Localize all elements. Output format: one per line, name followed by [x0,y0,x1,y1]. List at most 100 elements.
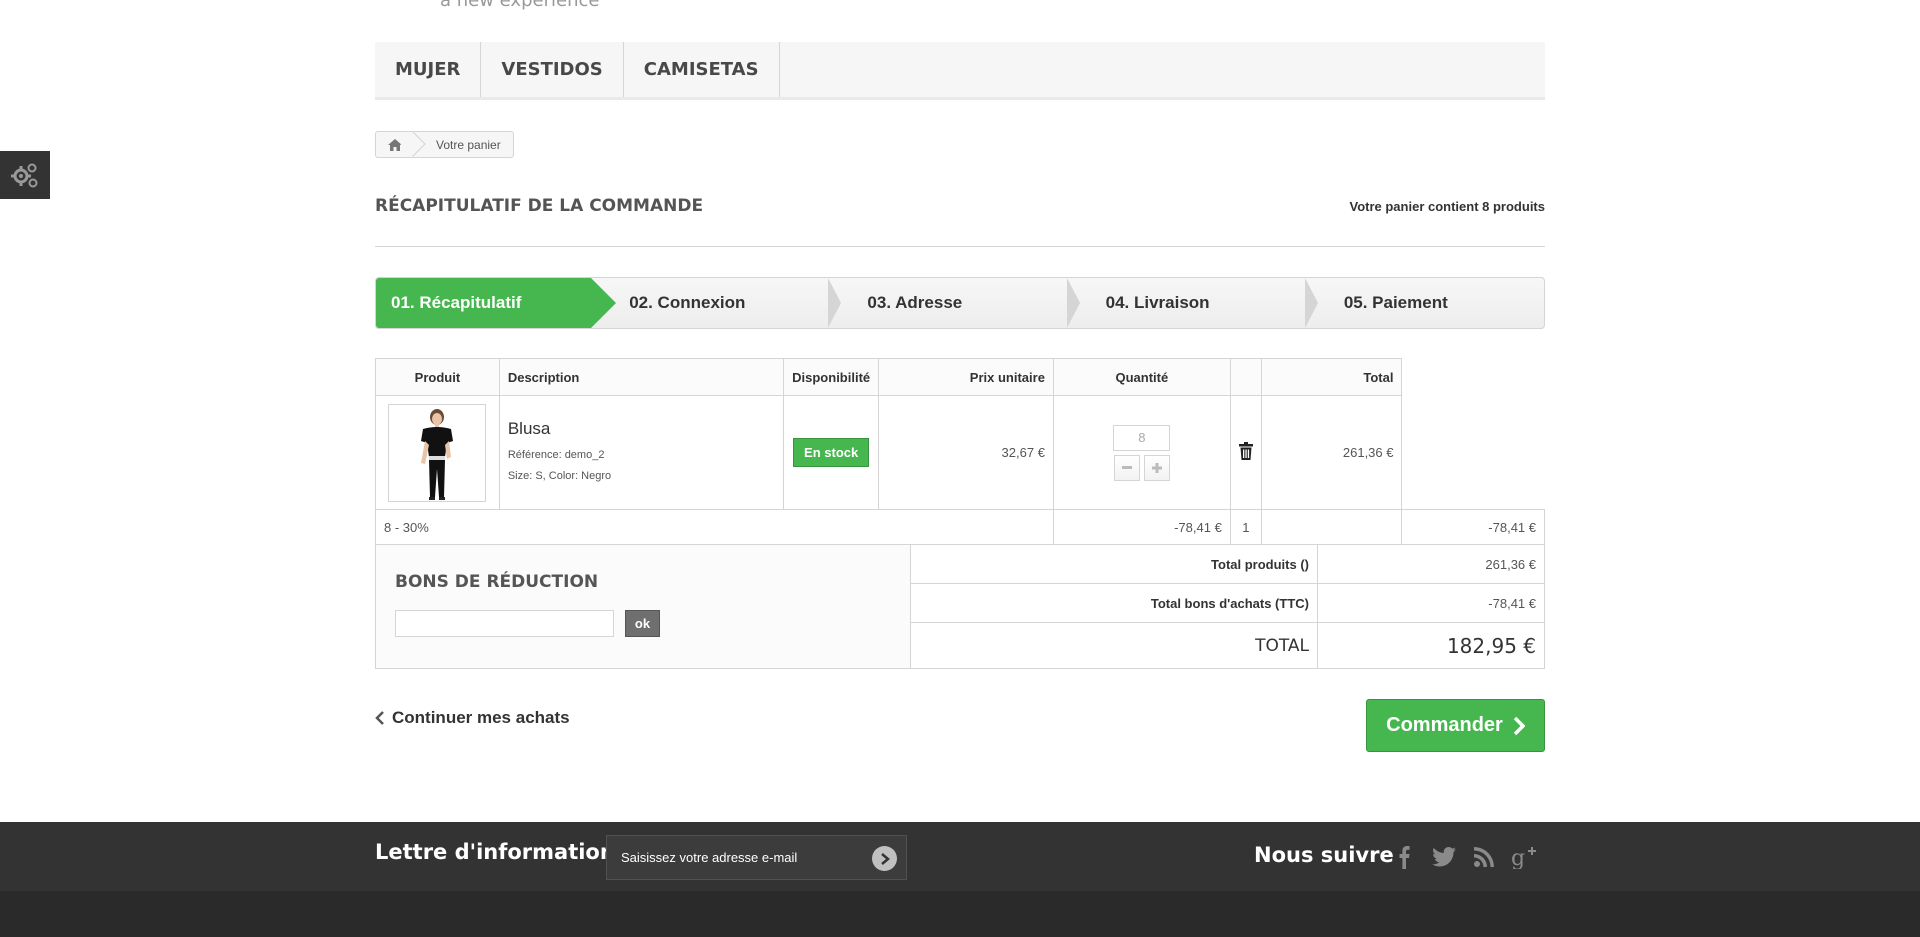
facebook-link[interactable] [1390,842,1418,872]
unit-price: 32,67 € [878,395,1054,510]
quantity-input[interactable]: 8 [1113,424,1171,451]
product-image[interactable] [388,403,487,502]
step-label: 02. Connexion [629,293,746,312]
facebook-icon [1399,846,1410,869]
step-label: 01. Récapitulatif [391,293,522,312]
checkout-button[interactable]: Commander [1366,699,1545,752]
vouchers-title: BONS DE RÉDUCTION [395,572,599,592]
product-description: Blusa Référence: demo_2 Size: S, Color: … [498,395,785,510]
total-vouchers-label: Total bons d'achats (TTC) [911,584,1318,622]
breadcrumb-home[interactable] [376,132,414,157]
col-description: Description [498,358,785,396]
col-quantity: Quantité [1052,358,1231,396]
gears-icon [11,163,38,188]
product-attributes: Size: S, Color: Negro [507,469,612,482]
cart-table: Produit Description Disponibilité Prix u… [375,358,1545,545]
grand-total-value: 182,95 € [1446,633,1536,658]
col-delete [1229,358,1262,396]
divider [375,246,1545,247]
discount-delete-cell [1260,509,1403,545]
quantity-cell: 8 [1052,395,1231,510]
trash-icon[interactable] [1238,442,1253,460]
breadcrumb: Votre panier [375,131,514,158]
line-total: 261,36 € [1260,395,1403,510]
stock-badge: En stock [793,438,870,467]
discount-quantity: 1 [1229,509,1262,545]
product-reference: Référence: demo_2 [507,448,605,461]
col-unit-price: Prix unitaire [878,358,1054,396]
table-header-row: Produit Description Disponibilité Prix u… [375,358,1545,396]
col-total: Total [1260,358,1403,396]
step-payment: 05. Paiement [1306,278,1544,328]
social-links: g [1390,842,1538,872]
main-menu: MUJER VESTIDOS CAMISETAS [375,42,1545,100]
page: a new experience MUJER VESTIDOS CAMISETA… [0,0,1920,937]
product-name[interactable]: Blusa [508,419,775,439]
total-products-label: Total produits () [911,545,1318,583]
footer: Lettre d'informations Saisissez votre ad… [0,822,1920,937]
discount-row: 8 - 30% -78,41 € 1 -78,41 € [375,509,1545,545]
quantity-decrease-button[interactable] [1113,454,1140,481]
newsletter-title: Lettre d'informations [375,840,628,864]
step-login: 02. Connexion [591,278,842,328]
newsletter-placeholder: Saisissez votre adresse e-mail [621,850,798,865]
delete-cell [1229,395,1262,510]
google-plus-link[interactable]: g [1510,842,1538,872]
grand-total-label: TOTAL [911,623,1318,668]
product-photo [421,408,454,500]
breadcrumb-current: Votre panier [436,137,501,152]
vouchers-section: BONS DE RÉDUCTION ok [376,545,911,668]
step-shipping: 04. Livraison [1068,278,1318,328]
step-summary[interactable]: 01. Récapitulatif [376,278,617,328]
chevron-left-icon [375,711,384,725]
home-icon [388,138,402,151]
tagline: a new experience [440,0,600,11]
cart-count: Votre panier contient 8 produits [1349,199,1545,214]
twitter-icon [1432,847,1456,867]
checkout-steps: 01. Récapitulatif 02. Connexion 03. Adre… [375,277,1545,329]
svg-text:g: g [1511,846,1525,869]
rss-link[interactable] [1470,842,1498,872]
page-title: RÉCAPITULATIF DE LA COMMANDE [375,196,704,216]
grand-total-row: TOTAL 182,95 € [911,623,1544,668]
footer-bottom-strip [0,891,1920,937]
chevron-right-icon [1513,716,1525,735]
newsletter-submit-button[interactable] [872,846,897,871]
total-vouchers-value: -78,41 € [1488,595,1536,611]
product-image-cell [375,395,500,510]
google-plus-icon: g [1511,846,1536,869]
cart-summary: BONS DE RÉDUCTION ok Total produits () 2… [375,545,1545,669]
step-label: 03. Adresse [867,293,963,312]
voucher-submit-button[interactable]: ok [625,610,660,637]
table-row: Blusa Référence: demo_2 Size: S, Color: … [375,395,1545,510]
follow-us-title: Nous suivre [1254,843,1394,867]
twitter-link[interactable] [1430,842,1458,872]
continue-shopping-label: Continuer mes achats [392,708,570,727]
discount-total: -78,41 € [1401,509,1545,545]
step-label: 04. Livraison [1105,293,1210,312]
menu-item-vestidos[interactable]: VESTIDOS [481,42,624,97]
voucher-code-input[interactable] [395,610,614,637]
total-products-row: Total produits () 261,36 € [911,545,1544,584]
totals: Total produits () 261,36 € Total bons d'… [911,545,1544,668]
plus-icon [1151,462,1162,473]
discount-label: 8 - 30% [375,509,1054,545]
minus-icon [1121,466,1132,469]
continue-shopping-link[interactable]: Continuer mes achats [375,708,570,728]
step-label: 05. Paiement [1343,293,1448,312]
arrow-right-icon [880,852,890,865]
menu-item-camisetas[interactable]: CAMISETAS [624,42,780,97]
step-address: 03. Adresse [829,278,1080,328]
availability-cell: En stock [783,395,880,510]
newsletter-email-input[interactable]: Saisissez votre adresse e-mail [606,835,907,880]
total-products-value: 261,36 € [1485,556,1536,572]
discount-unit-price: -78,41 € [1052,509,1231,545]
checkout-label: Commander [1386,714,1503,736]
quantity-increase-button[interactable] [1143,454,1170,481]
col-product: Produit [375,358,500,396]
menu-item-mujer[interactable]: MUJER [375,42,482,97]
col-availability: Disponibilité [783,358,880,396]
rss-icon [1474,847,1494,867]
settings-toggle[interactable] [0,151,50,199]
total-vouchers-row: Total bons d'achats (TTC) -78,41 € [911,584,1544,623]
